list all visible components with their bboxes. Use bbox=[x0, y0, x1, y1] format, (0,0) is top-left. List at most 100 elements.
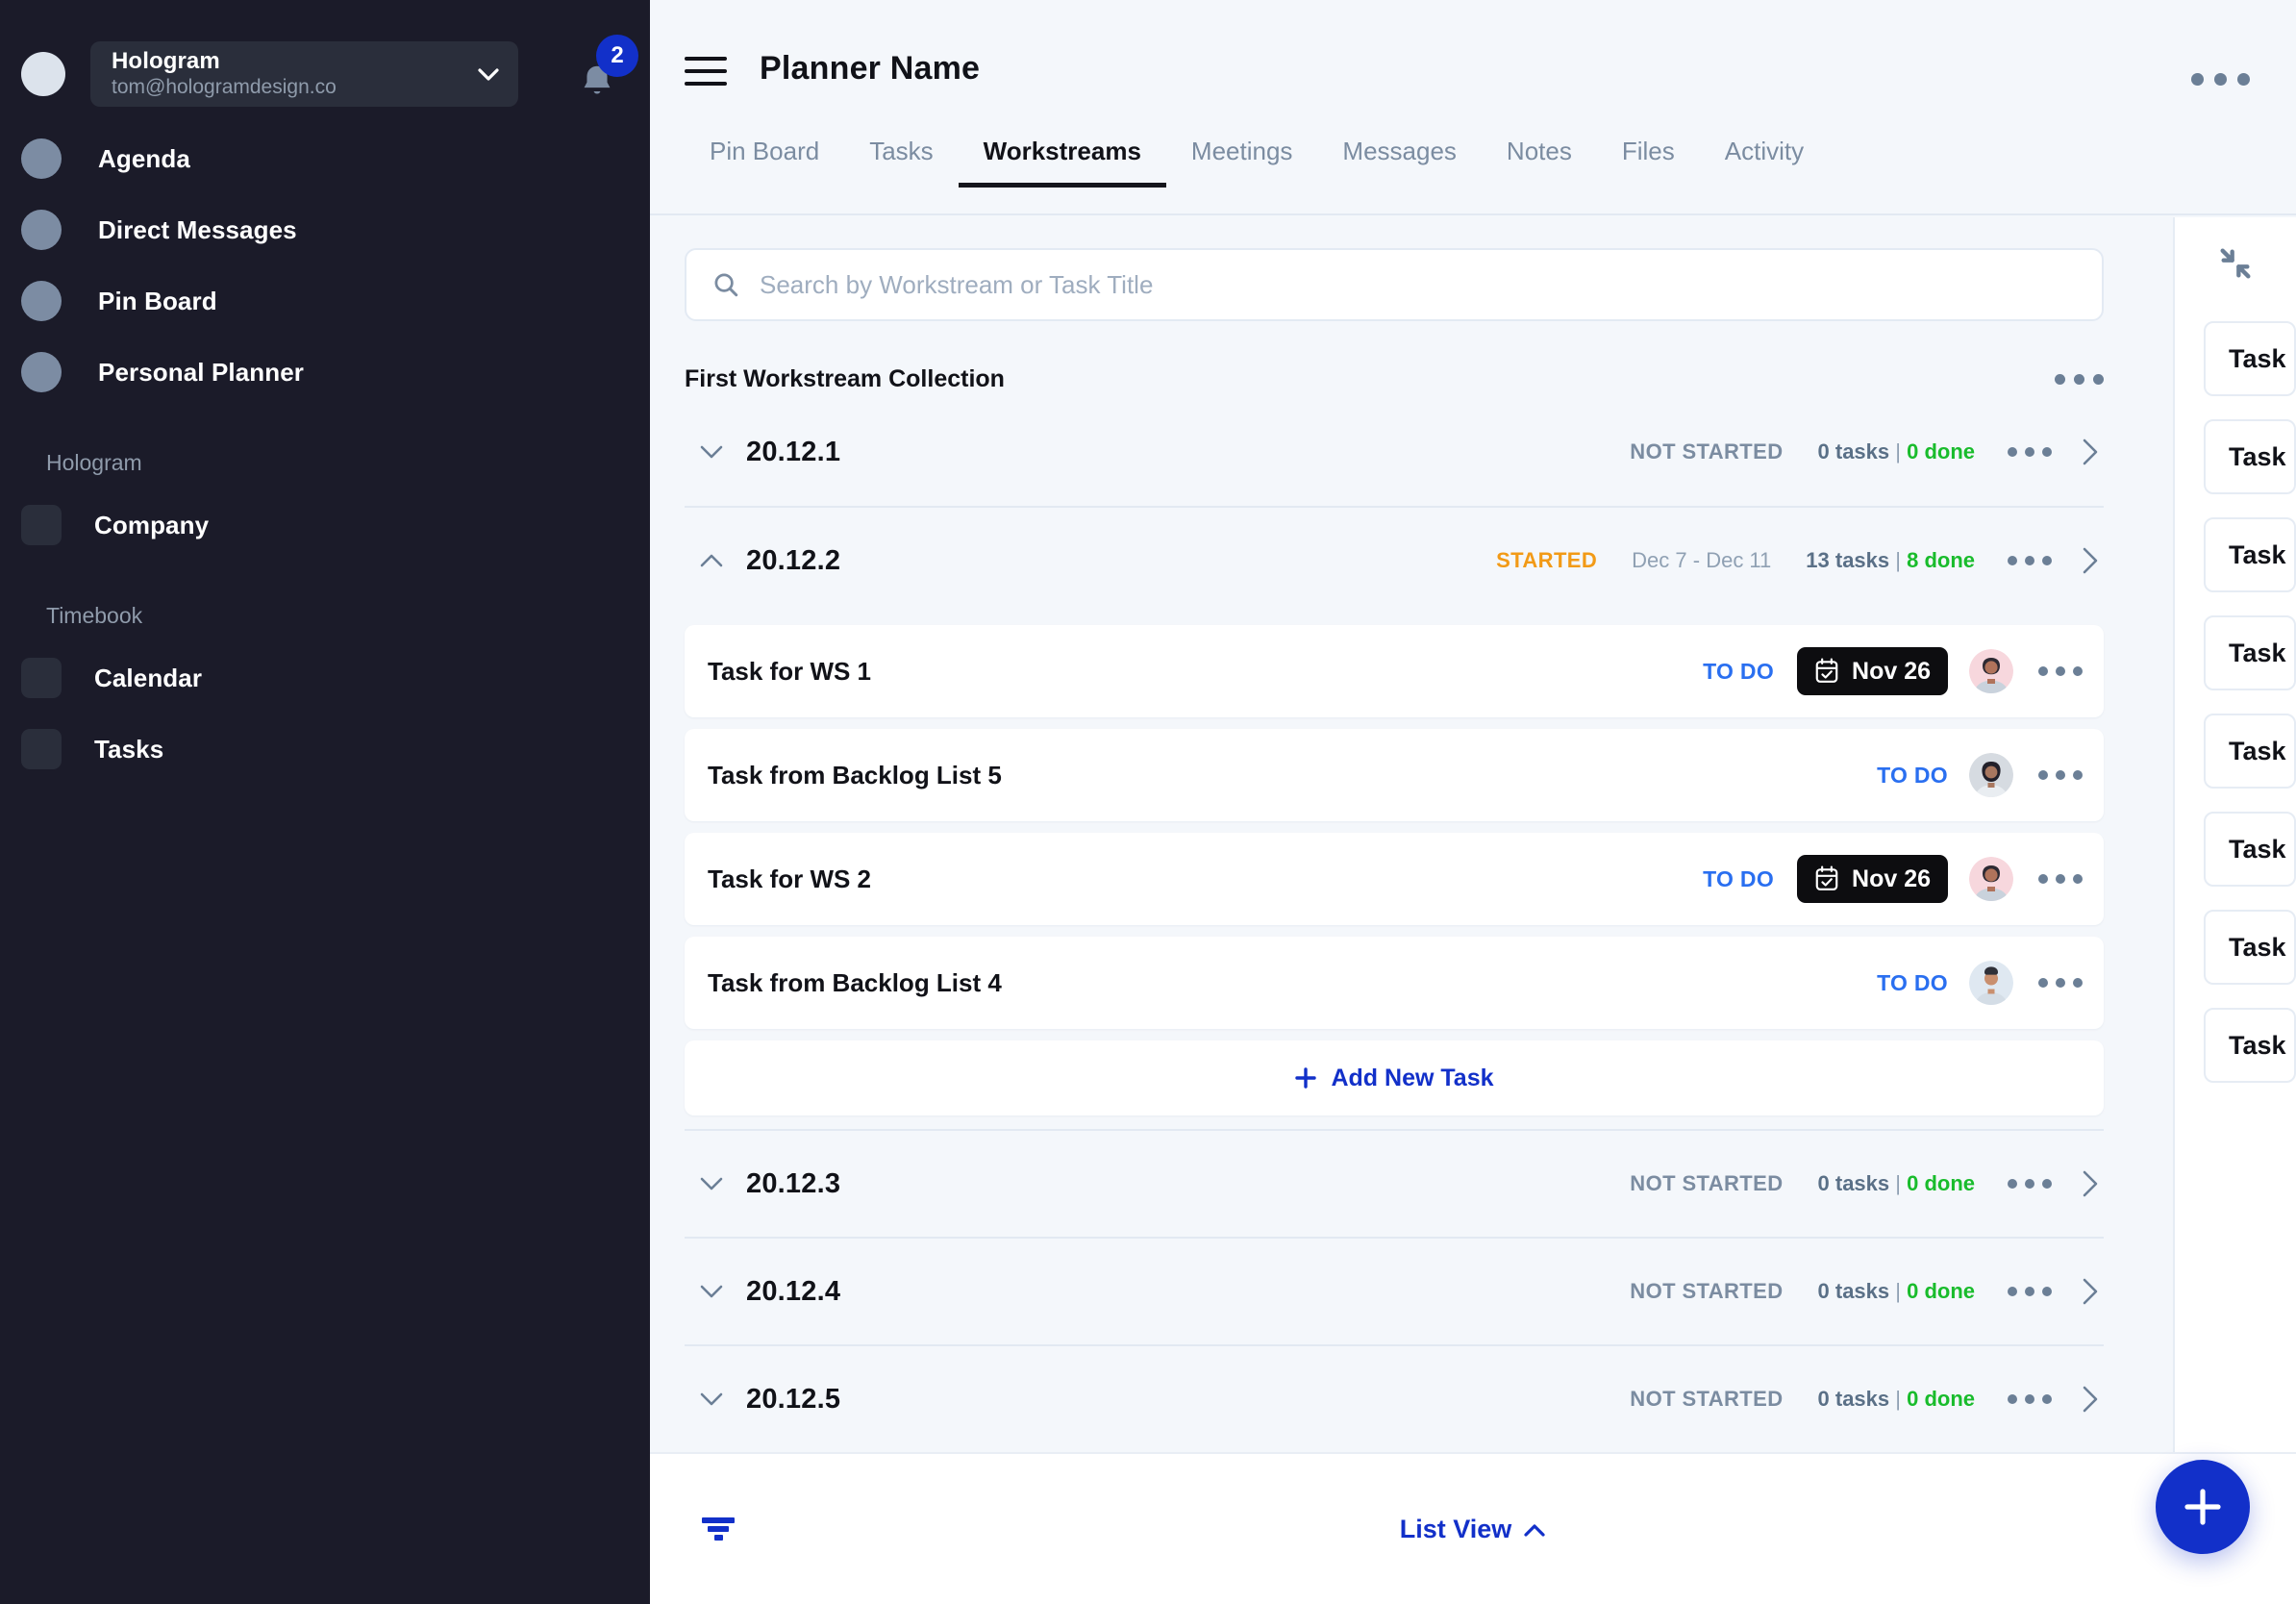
chevron-down-icon bbox=[478, 67, 499, 81]
sidebar-item-label: Direct Messages bbox=[98, 214, 297, 244]
workstream-row[interactable]: 20.12.4 NOT STARTED 0 tasks | 0 done bbox=[685, 1237, 2104, 1344]
tab-files[interactable]: Files bbox=[1597, 137, 1700, 188]
right-panel-card[interactable]: Task bbox=[2204, 910, 2296, 985]
tab-messages[interactable]: Messages bbox=[1317, 137, 1482, 188]
more-horizontal-icon[interactable] bbox=[2038, 874, 2083, 884]
more-horizontal-icon[interactable] bbox=[2191, 73, 2250, 86]
collapse-inward-icon[interactable] bbox=[2216, 244, 2255, 283]
sidebar-item-company[interactable]: Company bbox=[0, 489, 650, 561]
task-status[interactable]: TO DO bbox=[1877, 970, 1948, 996]
task-status[interactable]: TO DO bbox=[1877, 763, 1948, 789]
chevron-right-icon[interactable] bbox=[2081, 1385, 2100, 1414]
chevron-down-icon[interactable] bbox=[698, 1391, 725, 1408]
right-panel-card[interactable]: Task bbox=[2204, 714, 2296, 789]
right-panel-card[interactable]: Task bbox=[2204, 419, 2296, 494]
task-due-date-badge[interactable]: Nov 26 bbox=[1797, 855, 1948, 903]
top-bar: Planner Name bbox=[650, 0, 2296, 137]
chevron-right-icon[interactable] bbox=[2081, 1169, 2100, 1198]
square-icon bbox=[21, 505, 62, 545]
more-horizontal-icon[interactable] bbox=[2008, 447, 2052, 457]
chevron-down-icon[interactable] bbox=[698, 1283, 725, 1300]
tab-activity[interactable]: Activity bbox=[1700, 137, 1829, 188]
chevron-right-icon[interactable] bbox=[2081, 1277, 2100, 1306]
add-new-task-button[interactable]: Add New Task bbox=[685, 1040, 2104, 1115]
more-horizontal-icon[interactable] bbox=[2008, 1394, 2052, 1404]
user-avatar[interactable] bbox=[21, 52, 65, 96]
workstream-name: 20.12.4 bbox=[746, 1275, 841, 1307]
right-panel-card[interactable]: Task bbox=[2204, 517, 2296, 592]
more-horizontal-icon[interactable] bbox=[2038, 770, 2083, 780]
sidebar-nav: Agenda Direct Messages Pin Board Persona… bbox=[0, 123, 650, 408]
avatar-image bbox=[1969, 649, 2013, 693]
task-row[interactable]: Task for WS 1 TO DO Nov 26 bbox=[685, 625, 2104, 717]
sidebar-group-title-timebook: Timebook bbox=[46, 603, 143, 628]
more-horizontal-icon[interactable] bbox=[2038, 978, 2083, 988]
sidebar-item-direct-messages[interactable]: Direct Messages bbox=[0, 194, 650, 265]
right-panel-card[interactable]: Task bbox=[2204, 321, 2296, 396]
workstream-counts: 0 tasks | 0 done bbox=[1818, 1171, 1975, 1196]
counts-separator: | bbox=[1889, 1279, 1908, 1303]
task-status[interactable]: TO DO bbox=[1703, 866, 1774, 892]
avatar[interactable] bbox=[1969, 857, 2013, 901]
circle-icon bbox=[21, 210, 62, 250]
filter-icon[interactable] bbox=[700, 1514, 736, 1544]
avatar[interactable] bbox=[1969, 961, 2013, 1005]
sidebar-group-title-hologram: Hologram bbox=[46, 450, 142, 475]
app-root: Hologram tom@hologramdesign.co 2 Agenda bbox=[0, 0, 2296, 1604]
tab-tasks[interactable]: Tasks bbox=[844, 137, 958, 188]
sidebar-item-calendar[interactable]: Calendar bbox=[0, 642, 650, 714]
workstream-status: NOT STARTED bbox=[1630, 439, 1784, 464]
more-horizontal-icon[interactable] bbox=[2008, 1179, 2052, 1189]
tab-workstreams[interactable]: Workstreams bbox=[958, 137, 1167, 188]
search-bar[interactable] bbox=[685, 248, 2104, 321]
workstream-row[interactable]: 20.12.5 NOT STARTED 0 tasks | 0 done bbox=[685, 1344, 2104, 1452]
sidebar-item-label: Personal Planner bbox=[98, 357, 305, 387]
task-row[interactable]: Task from Backlog List 4 TO DO bbox=[685, 937, 2104, 1029]
task-row[interactable]: Task from Backlog List 5 TO DO bbox=[685, 729, 2104, 821]
sidebar-item-personal-planner[interactable]: Personal Planner bbox=[0, 337, 650, 408]
circle-icon bbox=[21, 138, 62, 179]
calendar-check-icon bbox=[1815, 658, 1838, 683]
tab-notes[interactable]: Notes bbox=[1482, 137, 1597, 188]
tab-meetings[interactable]: Meetings bbox=[1166, 137, 1318, 188]
more-horizontal-icon[interactable] bbox=[2008, 1287, 2052, 1296]
org-switcher[interactable]: Hologram tom@hologramdesign.co bbox=[90, 41, 518, 107]
workstream-counts: 0 tasks | 0 done bbox=[1818, 1279, 1975, 1304]
chevron-down-icon[interactable] bbox=[698, 443, 725, 461]
right-panel-card[interactable]: Task bbox=[2204, 812, 2296, 887]
task-row[interactable]: Task for WS 2 TO DO Nov 26 bbox=[685, 833, 2104, 925]
sidebar-item-label: Agenda bbox=[98, 143, 190, 173]
search-icon bbox=[714, 273, 738, 297]
chevron-up-icon bbox=[1524, 1523, 1545, 1537]
search-input[interactable] bbox=[760, 269, 2077, 300]
tab-pin-board[interactable]: Pin Board bbox=[685, 137, 844, 188]
task-status[interactable]: TO DO bbox=[1703, 659, 1774, 685]
sidebar-item-tasks[interactable]: Tasks bbox=[0, 714, 650, 785]
main-content: Planner Name Pin Board Tasks Workstreams… bbox=[650, 0, 2296, 1604]
workstream-status: NOT STARTED bbox=[1630, 1279, 1784, 1303]
task-due-date-badge[interactable]: Nov 26 bbox=[1797, 647, 1948, 695]
avatar[interactable] bbox=[1969, 753, 2013, 797]
view-switcher-button[interactable]: List View bbox=[1400, 1515, 1547, 1543]
chevron-right-icon[interactable] bbox=[2081, 438, 2100, 466]
more-horizontal-icon[interactable] bbox=[2038, 666, 2083, 676]
add-button-fab[interactable] bbox=[2156, 1460, 2250, 1554]
chevron-down-icon[interactable] bbox=[698, 1175, 725, 1192]
done-count: 8 done bbox=[1907, 548, 1975, 572]
workstream-row[interactable]: 20.12.1 NOT STARTED 0 tasks | 0 done bbox=[685, 398, 2104, 506]
workstream-row[interactable]: 20.12.2 STARTED Dec 7 - Dec 11 13 tasks … bbox=[685, 506, 2104, 614]
workstream-row[interactable]: 20.12.3 NOT STARTED 0 tasks | 0 done bbox=[685, 1129, 2104, 1237]
chevron-right-icon[interactable] bbox=[2081, 546, 2100, 575]
more-horizontal-icon[interactable] bbox=[2055, 373, 2104, 385]
done-count: 0 done bbox=[1907, 1171, 1975, 1195]
sidebar-item-pin-board[interactable]: Pin Board bbox=[0, 265, 650, 337]
right-panel-card[interactable]: Task bbox=[2204, 615, 2296, 690]
task-due-date-label: Nov 26 bbox=[1852, 865, 1931, 892]
right-panel-card[interactable]: Task bbox=[2204, 1008, 2296, 1083]
chevron-up-icon[interactable] bbox=[698, 552, 725, 569]
hamburger-icon[interactable] bbox=[685, 57, 727, 86]
avatar[interactable] bbox=[1969, 649, 2013, 693]
sidebar-item-agenda[interactable]: Agenda bbox=[0, 123, 650, 194]
notifications-button[interactable]: 2 bbox=[575, 35, 638, 104]
more-horizontal-icon[interactable] bbox=[2008, 556, 2052, 565]
